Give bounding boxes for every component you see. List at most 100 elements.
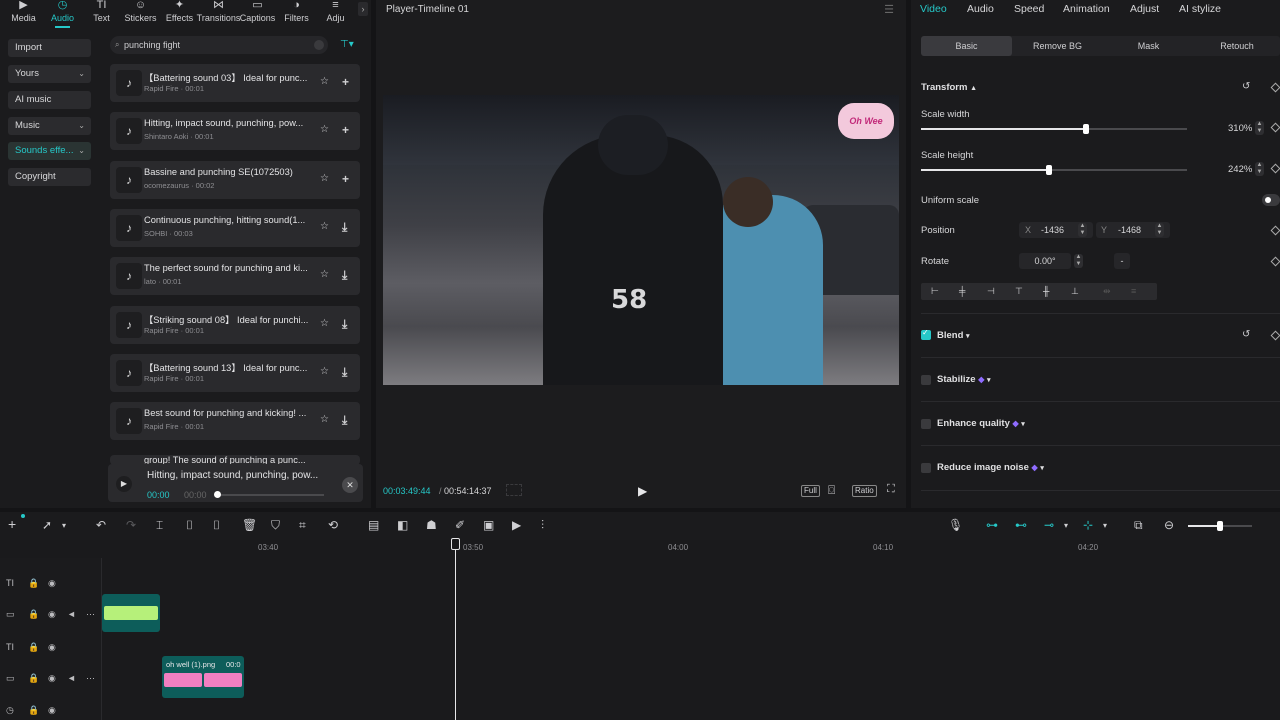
scale-width-value[interactable]: 310%	[1228, 123, 1252, 134]
chevron-right-icon[interactable]: ›	[358, 2, 368, 16]
enhance-quality-checkbox[interactable]	[921, 419, 931, 429]
link-clips-icon[interactable]: ⊶	[986, 518, 998, 532]
scale-height-stepper[interactable]: ▲ ▼	[1255, 162, 1264, 176]
position-y-stepper[interactable]: ▲ ▼	[1155, 223, 1164, 237]
download-icon[interactable]: ⤓	[342, 268, 347, 283]
keyframe-icon[interactable]	[1270, 330, 1280, 341]
inspector-subtab-3[interactable]: Retouch	[1194, 36, 1280, 56]
nav-item-1[interactable]: Yours ⌄	[8, 65, 91, 83]
speaker-icon[interactable]: ◄	[67, 673, 76, 683]
add-icon[interactable]: +	[342, 75, 349, 89]
add-icon[interactable]: +	[342, 172, 349, 186]
keyframe-icon[interactable]	[1270, 82, 1280, 93]
split-left-icon[interactable]: ⌷	[186, 518, 193, 533]
mirror-icon[interactable]: ◧	[397, 518, 408, 532]
list-item[interactable]: ♪ 【Battering sound 13】 Ideal for punc... R…	[110, 353, 360, 392]
full-button[interactable]: Full	[801, 485, 820, 497]
nav-item-5[interactable]: Copyright	[8, 168, 91, 186]
inspector-tab-2[interactable]: Speed	[1014, 3, 1044, 15]
crop-icon[interactable]: ⌗	[299, 518, 306, 533]
play-button[interactable]: ▶	[116, 476, 132, 492]
download-icon[interactable]: ⤓	[342, 413, 347, 428]
list-item[interactable]: ♪ Best sound for punching and kicking! ..…	[110, 402, 360, 441]
close-icon[interactable]: ✕	[342, 477, 358, 493]
align-top-icon[interactable]: ⊤	[1015, 283, 1023, 300]
linkage-icon[interactable]: ⊹	[1083, 518, 1093, 532]
eye-icon[interactable]: ◉	[48, 578, 56, 589]
nav-item-3[interactable]: Music ⌄	[8, 117, 91, 135]
keyframe-icon[interactable]	[1270, 225, 1280, 236]
clear-search-icon[interactable]	[314, 40, 324, 50]
align-left-icon[interactable]: ⊢	[931, 283, 939, 300]
scale-width-stepper[interactable]: ▲ ▼	[1255, 121, 1264, 135]
chevron-down-icon[interactable]: ▾	[62, 521, 66, 530]
lock-icon[interactable]: 🔒	[28, 609, 39, 620]
lock-icon[interactable]: 🔒	[28, 673, 39, 684]
inspector-tab-3[interactable]: Animation	[1063, 3, 1110, 15]
speaker-icon[interactable]: ◄	[67, 609, 76, 619]
uniform-scale-toggle[interactable]	[1262, 194, 1280, 206]
freeze-icon[interactable]: ▤	[368, 518, 379, 532]
audio-clip[interactable]	[102, 594, 160, 632]
timeline-zoom-slider[interactable]	[1188, 521, 1252, 531]
blend-checkbox[interactable]: ✓	[921, 328, 931, 340]
star-icon[interactable]: ☆	[320, 221, 329, 232]
scale-width-slider[interactable]	[921, 124, 1187, 134]
tab-stickers[interactable]: ☺ Stickers	[121, 0, 160, 28]
eye-icon[interactable]: ◉	[48, 705, 56, 716]
more-icon[interactable]: ⋯	[86, 673, 95, 684]
magic-wand-icon[interactable]: ✐	[455, 518, 465, 532]
tab-transitions[interactable]: ⋈ Transitions	[197, 0, 241, 28]
zoom-out-icon[interactable]: ⊖	[1164, 518, 1174, 532]
inspector-subtab-0[interactable]: Basic	[921, 36, 1012, 56]
position-x-stepper[interactable]: ▲ ▼	[1078, 223, 1087, 237]
time-ruler[interactable]: 03:40 03:50 04:00 04:10 04:20	[103, 540, 1280, 554]
enhance-quality-header[interactable]: Enhance quality ◆ ▾	[937, 418, 1025, 429]
filter-icon[interactable]: ⊤▾	[340, 39, 354, 50]
download-icon[interactable]: ⤓	[342, 317, 347, 332]
tab-captions[interactable]: ▭ Captions	[238, 0, 277, 28]
lock-icon[interactable]: 🔒	[28, 578, 39, 589]
star-icon[interactable]: ☆	[320, 76, 329, 87]
tab-media[interactable]: ▶ Media	[4, 0, 43, 28]
menu-icon[interactable]: ☰	[884, 3, 894, 16]
zoom-fit-icon[interactable]: ⌼	[828, 483, 835, 498]
microphone-icon[interactable]: 🎙	[948, 518, 963, 532]
ratio-button[interactable]: Ratio	[852, 485, 877, 497]
sticker-clip[interactable]: oh well (1).png 00:0	[162, 656, 244, 698]
keyframe-icon[interactable]	[1270, 256, 1280, 267]
timeline-zoom-handle[interactable]	[1217, 521, 1223, 531]
download-icon[interactable]: ⤓	[342, 220, 347, 235]
lock-icon[interactable]: 🔒	[28, 705, 39, 716]
mini-player-scrubber[interactable]	[216, 494, 324, 496]
speed-icon[interactable]: ▶	[512, 518, 521, 532]
list-item[interactable]: ♪ Bassine and punching SE(1072503) ocomeza…	[110, 160, 360, 199]
playhead[interactable]	[455, 540, 456, 720]
keyframe-icon[interactable]	[1270, 163, 1280, 174]
scale-width-handle[interactable]	[1082, 124, 1089, 134]
fullscreen-icon[interactable]: ⛶	[887, 483, 895, 496]
nav-item-4[interactable]: Sounds effe... ⌄	[8, 142, 91, 160]
rotate-stepper[interactable]: ▲ ▼	[1074, 254, 1083, 268]
list-item[interactable]: ♪ The perfect sound for punching and ki..…	[110, 257, 360, 296]
star-icon[interactable]: ☆	[320, 173, 329, 184]
eye-icon[interactable]: ◉	[48, 642, 56, 653]
star-icon[interactable]: ☆	[320, 366, 329, 377]
sticker-logo[interactable]: Oh Wee	[838, 103, 894, 139]
reset-icon[interactable]: ↺	[1242, 329, 1250, 340]
main-track-magnet-icon[interactable]: ⊷	[1015, 518, 1027, 532]
playhead-handle[interactable]	[451, 538, 460, 550]
tab-filters[interactable]: ◑ Filters	[277, 0, 316, 28]
keyframe-icon[interactable]	[1270, 122, 1280, 133]
align-right-icon[interactable]: ⊣	[987, 283, 995, 300]
preview-axis-icon[interactable]: ⧉	[1134, 518, 1143, 533]
list-item[interactable]: ♪ Hitting, impact sound, punching, pow...…	[110, 112, 360, 151]
star-icon[interactable]: ☆	[320, 269, 329, 280]
inspector-tab-4[interactable]: Adjust	[1130, 3, 1159, 15]
add-track-icon[interactable]: +	[8, 516, 16, 532]
grid-icon[interactable]	[506, 484, 522, 496]
person-cutout-icon[interactable]: ☗	[426, 518, 437, 532]
reverse-icon[interactable]: ⟲	[328, 518, 338, 532]
reduce-noise-header[interactable]: Reduce image noise ◆ ▾	[937, 462, 1044, 473]
align-center-v-icon[interactable]: ╫	[1043, 283, 1049, 300]
